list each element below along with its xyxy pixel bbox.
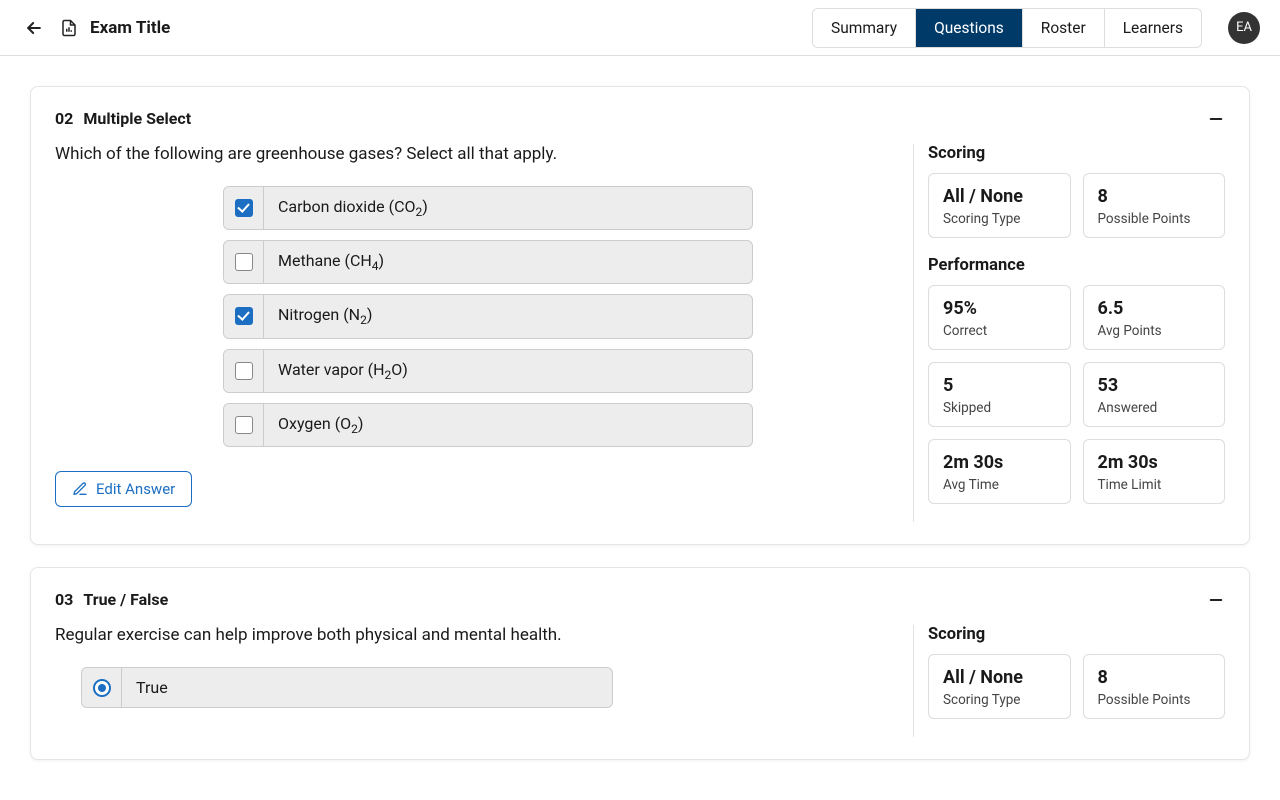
minus-icon	[1207, 591, 1225, 609]
stat-box: 2m 30s Avg Time	[928, 439, 1071, 504]
arrow-left-icon	[24, 18, 44, 38]
option-checkbox-wrap[interactable]	[224, 404, 264, 446]
question-header: 03 True / False	[31, 568, 1249, 625]
performance-title: Performance	[928, 256, 1225, 275]
stat-label: Scoring Type	[943, 692, 1056, 708]
checkbox-icon	[235, 362, 253, 380]
performance-grid: 95% Correct 6.5 Avg Points 5 Skipped 53 Answere…	[928, 285, 1225, 504]
document-icon	[60, 18, 78, 38]
scoring-grid: All / None Scoring Type 8 Possible Points	[928, 654, 1225, 719]
stat-box: 8 Possible Points	[1083, 173, 1226, 238]
option-row[interactable]: Nitrogen (N2)	[223, 294, 753, 338]
pencil-icon	[72, 481, 88, 497]
option-checkbox-wrap[interactable]	[224, 295, 264, 337]
question-type: True / False	[83, 590, 168, 609]
stat-value: 2m 30s	[1098, 452, 1211, 473]
tab-summary[interactable]: Summary	[813, 9, 916, 47]
stat-value: 53	[1098, 375, 1211, 396]
scoring-title: Scoring	[928, 625, 1225, 644]
question-main: Which of the following are greenhouse ga…	[55, 144, 913, 522]
question-prompt: Regular exercise can help improve both p…	[55, 625, 913, 645]
tab-questions[interactable]: Questions	[916, 9, 1023, 47]
question-stats-panel: Scoring All / None Scoring Type 8 Possible P…	[913, 144, 1225, 522]
stat-label: Answered	[1098, 400, 1211, 416]
question-card: 02 Multiple Select Which of the following …	[30, 86, 1250, 545]
option-checkbox-wrap[interactable]	[224, 187, 264, 229]
content-area: 02 Multiple Select Which of the following …	[0, 56, 1280, 800]
user-avatar[interactable]: EA	[1228, 12, 1260, 44]
stat-value: 95%	[943, 298, 1056, 319]
question-header: 02 Multiple Select	[31, 87, 1249, 144]
edit-answer-button[interactable]: Edit Answer	[55, 471, 192, 507]
stat-box: 2m 30s Time Limit	[1083, 439, 1226, 504]
scoring-grid: All / None Scoring Type 8 Possible Points	[928, 173, 1225, 238]
question-stats-panel: Scoring All / None Scoring Type 8 Possible P…	[913, 625, 1225, 737]
option-checkbox-wrap[interactable]	[224, 241, 264, 283]
option-row[interactable]: Oxygen (O2)	[223, 403, 753, 447]
stat-label: Possible Points	[1098, 211, 1211, 227]
option-label: Water vapor (H2O)	[264, 350, 752, 392]
stat-value: 8	[1098, 667, 1211, 688]
option-label: Oxygen (O2)	[264, 404, 752, 446]
stat-box: All / None Scoring Type	[928, 654, 1071, 719]
option-row[interactable]: Carbon dioxide (CO2)	[223, 186, 753, 230]
stat-value: All / None	[943, 667, 1056, 688]
checkbox-icon	[235, 253, 253, 271]
stat-box: 5 Skipped	[928, 362, 1071, 427]
option-label: Methane (CH4)	[264, 241, 752, 283]
option-label: Nitrogen (N2)	[264, 295, 752, 337]
option-radio-wrap[interactable]	[82, 668, 122, 707]
stat-label: Avg Time	[943, 477, 1056, 493]
tab-roster[interactable]: Roster	[1023, 9, 1105, 47]
stat-value: 5	[943, 375, 1056, 396]
option-label: Carbon dioxide (CO2)	[264, 187, 752, 229]
minus-icon	[1207, 110, 1225, 128]
stat-label: Skipped	[943, 400, 1056, 416]
tab-learners[interactable]: Learners	[1105, 9, 1201, 47]
back-button[interactable]	[20, 14, 48, 42]
page-title: Exam Title	[90, 18, 170, 38]
stat-box: All / None Scoring Type	[928, 173, 1071, 238]
stat-value: 8	[1098, 186, 1211, 207]
stat-value: 6.5	[1098, 298, 1211, 319]
question-prompt: Which of the following are greenhouse ga…	[55, 144, 913, 164]
stat-box: 8 Possible Points	[1083, 654, 1226, 719]
stat-value: All / None	[943, 186, 1056, 207]
stat-box: 6.5 Avg Points	[1083, 285, 1226, 350]
stat-value: 2m 30s	[943, 452, 1056, 473]
edit-answer-label: Edit Answer	[96, 480, 175, 498]
checkbox-icon	[235, 416, 253, 434]
question-card: 03 True / False Regular exercise can help …	[30, 567, 1250, 760]
collapse-button[interactable]	[1207, 110, 1225, 128]
stat-label: Correct	[943, 323, 1056, 339]
question-number: 03	[55, 590, 73, 609]
top-bar: Exam Title Summary Questions Roster Lear…	[0, 0, 1280, 56]
stat-box: 95% Correct	[928, 285, 1071, 350]
checkbox-icon	[235, 199, 253, 217]
collapse-button[interactable]	[1207, 591, 1225, 609]
question-body: Regular exercise can help improve both p…	[31, 625, 1249, 759]
options-list: True	[81, 667, 613, 708]
nav-tabs: Summary Questions Roster Learners	[812, 8, 1202, 48]
option-row[interactable]: True	[81, 667, 613, 708]
options-list: Carbon dioxide (CO2) Methane (CH4) Nitroge…	[223, 186, 753, 447]
stat-box: 53 Answered	[1083, 362, 1226, 427]
stat-label: Avg Points	[1098, 323, 1211, 339]
scoring-title: Scoring	[928, 144, 1225, 163]
stat-label: Possible Points	[1098, 692, 1211, 708]
question-body: Which of the following are greenhouse ga…	[31, 144, 1249, 544]
option-checkbox-wrap[interactable]	[224, 350, 264, 392]
checkbox-icon	[235, 307, 253, 325]
option-row[interactable]: Water vapor (H2O)	[223, 349, 753, 393]
question-number: 02	[55, 109, 73, 128]
question-main: Regular exercise can help improve both p…	[55, 625, 913, 737]
option-label: True	[122, 668, 612, 707]
question-type: Multiple Select	[83, 109, 191, 128]
stat-label: Scoring Type	[943, 211, 1056, 227]
option-row[interactable]: Methane (CH4)	[223, 240, 753, 284]
radio-icon	[93, 679, 111, 697]
stat-label: Time Limit	[1098, 477, 1211, 493]
